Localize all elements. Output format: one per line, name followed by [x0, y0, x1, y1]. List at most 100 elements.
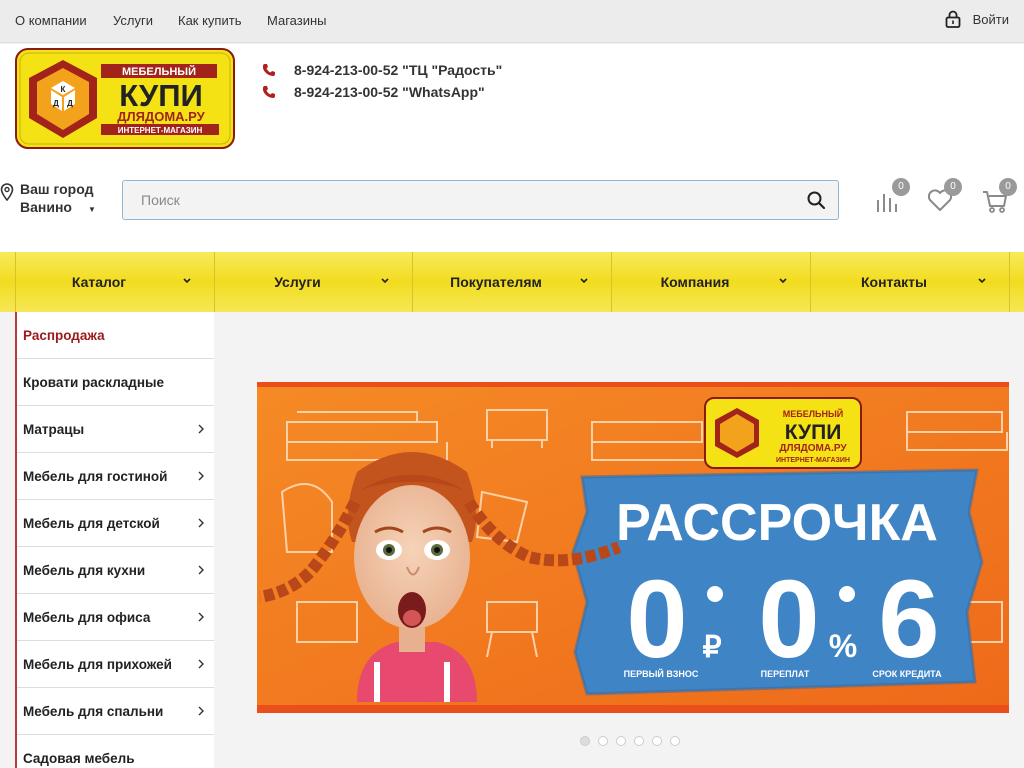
search-bar [122, 180, 839, 220]
sidebar-item-label: Мебель для кухни [23, 562, 146, 578]
compare-count: 0 [892, 178, 910, 196]
banner-caption-1: ПЕРВЫЙ ВЗНОС [624, 668, 699, 679]
sidebar-item-label: Мебель для спальни [23, 703, 164, 719]
top-link-about[interactable]: О компании [15, 13, 87, 28]
chevron-down-icon [978, 278, 986, 284]
logo-line1: МЕБЕЛЬНЫЙ [122, 65, 196, 78]
phone-list: 8-924-213-00-52 "ТЦ "Радость" 8-924-213-… [262, 59, 502, 103]
sidebar-item-label: Садовая мебель [23, 750, 135, 766]
phone-number: 8-924-213-00-52 "WhatsApp" [294, 84, 485, 100]
sidebar-item-hallway[interactable]: Мебель для прихожей [17, 641, 214, 688]
slider-dot[interactable] [598, 736, 608, 746]
phone-row[interactable]: 8-924-213-00-52 "ТЦ "Радость" [262, 59, 502, 81]
phone-row[interactable]: 8-924-213-00-52 "WhatsApp" [262, 81, 502, 103]
chevron-right-icon [198, 471, 204, 481]
chevron-right-icon [198, 565, 204, 575]
logo-mark-d1: Д [53, 99, 59, 108]
nav-catalog[interactable]: Каталог [15, 252, 215, 312]
logo-line4: ИНТЕРНЕТ-МАГАЗИН [118, 126, 203, 135]
slider-dot[interactable] [670, 736, 680, 746]
nav-services[interactable]: Услуги [215, 252, 413, 312]
phone-number: 8-924-213-00-52 "ТЦ "Радость" [294, 62, 503, 78]
promo-banner[interactable]: МЕБЕЛЬНЫЙ КУПИ ДЛЯДОМА.РУ ИНТЕРНЕТ-МАГАЗ… [257, 382, 1009, 713]
banner-logo: МЕБЕЛЬНЫЙ КУПИ ДЛЯДОМА.РУ ИНТЕРНЕТ-МАГАЗ… [704, 397, 862, 469]
city-value: Ванино [20, 199, 72, 215]
chevron-down-icon [779, 278, 787, 284]
sidebar-item-kids-room[interactable]: Мебель для детской [17, 500, 214, 547]
nav-customers[interactable]: Покупателям [413, 252, 612, 312]
slider-dot[interactable] [634, 736, 644, 746]
top-link-stores[interactable]: Магазины [267, 13, 327, 28]
sidebar-item-bedroom[interactable]: Мебель для спальни [17, 688, 214, 735]
search-input[interactable] [123, 181, 783, 219]
search-icon[interactable] [807, 191, 825, 209]
banner-logo-line4: ИНТЕРНЕТ-МАГАЗИН [776, 457, 850, 464]
sidebar-item-label: Распродажа [23, 327, 105, 343]
chevron-right-icon [198, 612, 204, 622]
chevron-right-icon [198, 706, 204, 716]
login-label: Войти [972, 11, 1009, 27]
chevron-right-icon [198, 659, 204, 669]
banner-digit-2: 0 [758, 558, 819, 681]
sidebar-item-label: Матрацы [23, 421, 85, 437]
chevron-right-icon [198, 518, 204, 528]
banner-logo-line1: МЕБЕЛЬНЫЙ [783, 408, 844, 419]
banner-digit-3: 6 [878, 558, 939, 681]
banner-digit-1: 0 [626, 558, 687, 681]
sidebar-item-label: Кровати раскладные [23, 374, 165, 390]
top-bar: О компании Услуги Как купить Магазины Во… [0, 0, 1024, 43]
nav-company[interactable]: Компания [612, 252, 811, 312]
site-logo[interactable]: К Д Д МЕБЕЛЬНЫЙ КУПИ ДЛЯДОМА.РУ ИНТЕРНЕТ… [15, 48, 235, 149]
nav-contacts-label: Контакты [860, 274, 927, 290]
cart-count: 0 [999, 178, 1017, 196]
sidebar-item-garden[interactable]: Садовая мебель [17, 735, 214, 768]
sidebar-item-office[interactable]: Мебель для офиса [17, 594, 214, 641]
banner-unit-1: ₽ [702, 631, 721, 664]
nav-company-label: Компания [660, 274, 730, 290]
login-button[interactable]: Войти [945, 10, 1009, 28]
favorites-button[interactable]: 0 [926, 178, 962, 214]
slider-dot[interactable] [616, 736, 626, 746]
sidebar-item-label: Мебель для прихожей [23, 656, 172, 672]
main-nav: Каталог Услуги Покупателям Компания Конт… [0, 252, 1024, 312]
favorites-count: 0 [944, 178, 962, 196]
banner-logo-line3: ДЛЯДОМА.РУ [779, 443, 847, 454]
sidebar-item-mattresses[interactable]: Матрацы [17, 406, 214, 453]
chevron-down-icon [183, 278, 191, 284]
banner-caption-2: ПЕРЕПЛАТ [761, 669, 810, 679]
phone-icon [262, 86, 275, 98]
banner-caption-3: СРОК КРЕДИТА [872, 669, 942, 679]
sidebar-item-living-room[interactable]: Мебель для гостиной [17, 453, 214, 500]
logo-line2: КУПИ [119, 78, 203, 113]
sidebar-item-label: Мебель для офиса [23, 609, 151, 625]
top-link-services[interactable]: Услуги [113, 13, 153, 28]
slider-dot[interactable] [652, 736, 662, 746]
sidebar-item-label: Мебель для детской [23, 515, 160, 531]
banner-unit-2: % [829, 628, 857, 664]
slider-dot[interactable] [580, 736, 590, 746]
banner-headline: РАССРОЧКА [616, 494, 938, 552]
chevron-down-icon [381, 278, 389, 284]
nav-catalog-label: Каталог [71, 274, 127, 290]
chevron-down-icon [580, 278, 588, 284]
lock-icon [945, 10, 961, 28]
cart-button[interactable]: 0 [981, 178, 1017, 214]
top-link-how-to-buy[interactable]: Как купить [178, 13, 241, 28]
sidebar-item-label: Мебель для гостиной [23, 468, 168, 484]
nav-services-label: Услуги [274, 274, 321, 290]
sidebar-item-kitchen[interactable]: Мебель для кухни [17, 547, 214, 594]
chevron-right-icon [198, 424, 204, 434]
nav-customers-label: Покупателям [450, 274, 542, 290]
city-label: Ваш город [20, 181, 94, 197]
sidebar-item-folding-beds[interactable]: Кровати раскладные [17, 359, 214, 406]
logo-mark-d2: Д [67, 99, 73, 108]
phone-icon [262, 64, 275, 76]
sidebar-item-sale[interactable]: Распродажа [17, 312, 214, 359]
caret-down-icon: ▼ [88, 205, 96, 214]
header: К Д Д МЕБЕЛЬНЫЙ КУПИ ДЛЯДОМА.РУ ИНТЕРНЕТ… [0, 44, 1024, 252]
compare-button[interactable]: 0 [874, 178, 910, 214]
banner-logo-line2: КУПИ [785, 421, 842, 444]
logo-mark-k: К [61, 85, 66, 94]
nav-contacts[interactable]: Контакты [811, 252, 1010, 312]
map-pin-icon [0, 183, 14, 201]
